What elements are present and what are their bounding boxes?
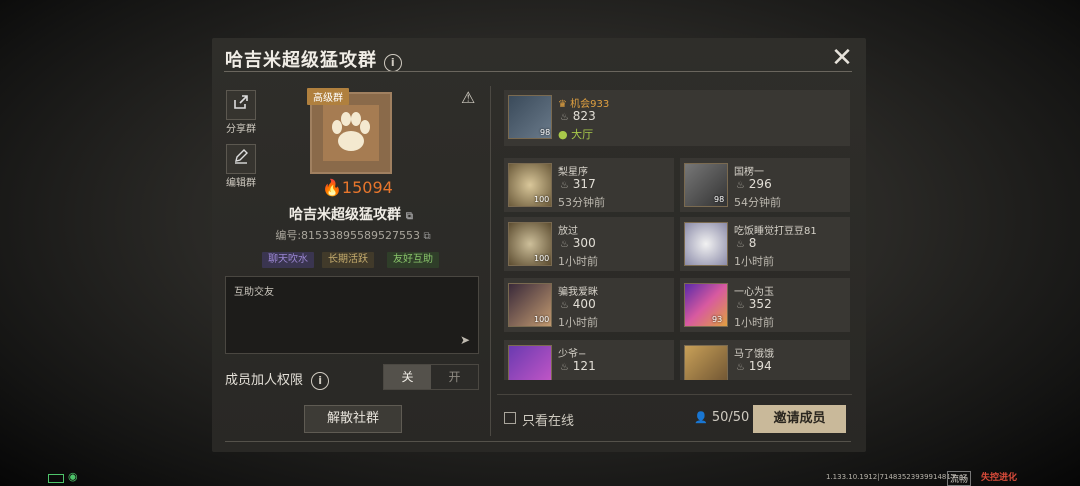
permission-info-icon[interactable]: i [311, 372, 330, 390]
dialog-title-row: 哈吉米超级猛攻群 i [225, 46, 403, 72]
share-group-label: 分享群 [226, 124, 256, 135]
group-id: 编号:81533895589527553 ⧉ [275, 229, 431, 242]
list-item[interactable]: 93 一心为玉 ♨ 352 1小时前 [680, 278, 850, 332]
member-count: 👤 50/50 [694, 410, 750, 425]
version-text: 1.133.10.1912|71483523939914817 [826, 473, 956, 481]
copy-id-icon[interactable]: ⧉ [424, 231, 431, 242]
toggle-off[interactable]: 关 [384, 365, 431, 389]
toggle-on[interactable]: 开 [431, 365, 478, 389]
online-only-label[interactable]: 只看在线 [522, 410, 574, 429]
leader-name: ♛ 机会933 [558, 99, 610, 110]
quality-mode[interactable]: 流畅 [947, 471, 972, 486]
leader-row[interactable]: 98 ♛ 机会933 ♨ 823 ● 大厅 [504, 90, 850, 146]
edit-group-button[interactable]: 编辑群 [226, 144, 256, 189]
paw-icon [323, 105, 379, 161]
flame-icon: ♨ [736, 362, 745, 373]
battery-icon [48, 474, 64, 483]
group-score: 🔥15094 [322, 178, 393, 197]
list-item[interactable]: 吃饭睡觉打豆豆81 ♨ 8 1小时前 [680, 217, 850, 271]
bottom-rule [225, 441, 851, 442]
list-item[interactable]: 马了饿饿 ♨ 194 [680, 340, 850, 380]
close-icon[interactable]: ✕ [830, 45, 854, 71]
flame-icon: ♨ [736, 300, 745, 311]
group-description[interactable]: 互助交友 ➤ [225, 276, 479, 354]
leader-score: ♨ 823 [560, 109, 596, 123]
column-divider [490, 86, 491, 436]
tag-chat: 聊天吹水 [262, 252, 314, 268]
game-logo: 失控进化 [981, 473, 1018, 483]
title-divider [224, 71, 852, 72]
invite-members-button[interactable]: 邀请成员 [753, 405, 846, 433]
flame-icon: ♨ [560, 180, 569, 191]
permission-row: 成员加人权限 i [225, 369, 330, 390]
share-group-button[interactable]: 分享群 [226, 90, 256, 135]
leader-status: ● 大厅 [558, 128, 594, 141]
flame-icon: ♨ [560, 112, 569, 123]
copy-icon[interactable]: ⧉ [406, 211, 413, 222]
edit-group-label: 编辑群 [226, 178, 256, 189]
share-icon [226, 90, 256, 120]
tag-active: 长期活跃 [322, 252, 374, 268]
flame-icon: ♨ [736, 180, 745, 191]
list-item[interactable]: 少爷− ♨ 121 [504, 340, 674, 380]
warning-icon[interactable]: ⚠ [461, 88, 481, 107]
group-name: 哈吉米超级猛攻群 ⧉ [288, 207, 413, 223]
list-item[interactable]: 100 梨星序 ♨ 317 53分钟前 [504, 158, 674, 212]
send-icon[interactable]: ➤ [460, 333, 470, 347]
list-item[interactable]: 100 骗我爱眯 ♨ 400 1小时前 [504, 278, 674, 332]
online-only-checkbox[interactable] [504, 412, 516, 424]
flame-icon: ♨ [560, 362, 569, 373]
flame-icon: ♨ [736, 239, 745, 250]
flame-icon: ♨ [560, 239, 569, 250]
edit-icon [226, 144, 256, 174]
list-item[interactable]: 98 国楞一 ♨ 296 54分钟前 [680, 158, 850, 212]
wifi-icon: ◉ [68, 470, 78, 483]
avatar [508, 345, 552, 380]
avatar [684, 222, 728, 266]
avatar [684, 345, 728, 380]
flame-icon: 🔥 [322, 178, 342, 197]
permission-toggle[interactable]: 关 开 [383, 364, 479, 390]
group-level-badge: 高级群 [307, 88, 349, 105]
page-title: 哈吉米超级猛攻群 [225, 50, 377, 71]
list-divider [497, 394, 852, 395]
flame-icon: ♨ [560, 300, 569, 311]
list-item[interactable]: 100 放过 ♨ 300 1小时前 [504, 217, 674, 271]
person-icon: 👤 [694, 411, 708, 424]
info-icon[interactable]: i [384, 54, 403, 72]
tag-friendly: 友好互助 [387, 252, 439, 268]
dissolve-button[interactable]: 解散社群 [304, 405, 402, 433]
